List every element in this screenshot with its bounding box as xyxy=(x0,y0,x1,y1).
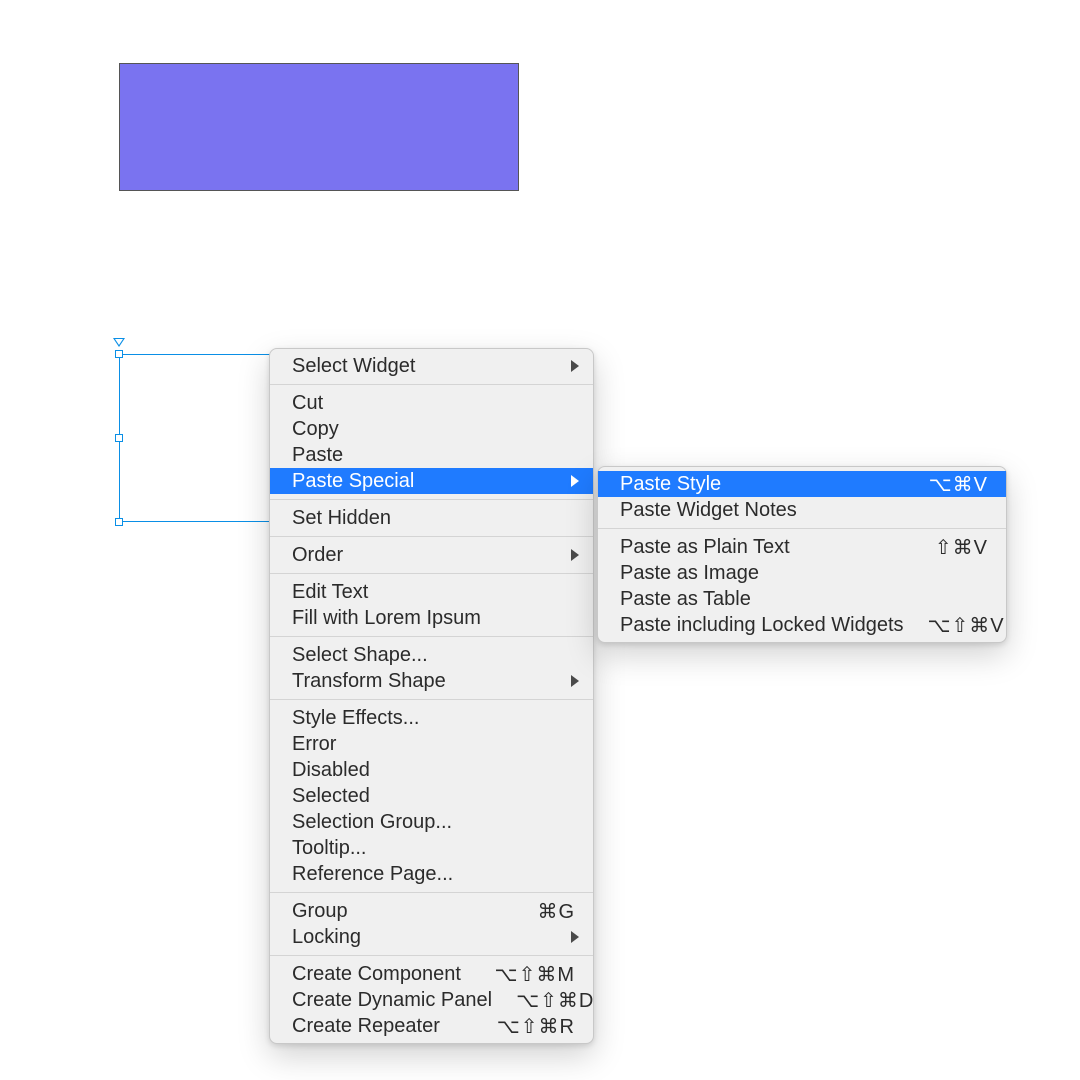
menu-label: Error xyxy=(292,733,575,756)
menu-item-selected[interactable]: Selected xyxy=(270,783,593,809)
menu-label: Create Repeater xyxy=(292,1015,473,1038)
menu-shortcut: ⌥⇧⌘D xyxy=(516,988,594,1013)
paste-special-submenu: Paste Style ⌥⌘V Paste Widget Notes Paste… xyxy=(597,466,1007,643)
resize-handle-middle-left[interactable] xyxy=(115,434,123,442)
submenu-item-paste-table[interactable]: Paste as Table xyxy=(598,586,1006,612)
menu-item-style-effects[interactable]: Style Effects... xyxy=(270,705,593,731)
menu-label: Tooltip... xyxy=(292,837,575,860)
menu-shortcut: ⌥⇧⌘V xyxy=(928,613,1005,638)
submenu-item-paste-plain-text[interactable]: Paste as Plain Text ⇧⌘V xyxy=(598,534,1006,560)
menu-separator xyxy=(270,955,593,956)
menu-separator xyxy=(270,499,593,500)
menu-label: Paste including Locked Widgets xyxy=(620,614,904,637)
menu-label: Fill with Lorem Ipsum xyxy=(292,607,575,630)
menu-label: Edit Text xyxy=(292,581,575,604)
menu-shortcut: ⌥⇧⌘R xyxy=(497,1014,575,1039)
menu-label: Locking xyxy=(292,926,575,949)
submenu-arrow-icon xyxy=(571,549,579,561)
resize-handle-bottom-left[interactable] xyxy=(115,518,123,526)
menu-label: Create Dynamic Panel xyxy=(292,989,492,1012)
resize-handle-top-left[interactable] xyxy=(115,350,123,358)
menu-label: Create Component xyxy=(292,963,471,986)
menu-label: Order xyxy=(292,544,575,567)
menu-item-paste-special[interactable]: Paste Special xyxy=(270,468,593,494)
menu-item-transform-shape[interactable]: Transform Shape xyxy=(270,668,593,694)
menu-label: Disabled xyxy=(292,759,575,782)
menu-item-disabled[interactable]: Disabled xyxy=(270,757,593,783)
menu-label: Paste Widget Notes xyxy=(620,499,988,522)
menu-item-error[interactable]: Error xyxy=(270,731,593,757)
context-menu: Select Widget Cut Copy Paste Paste Speci… xyxy=(269,348,594,1044)
menu-shortcut: ⌥⇧⌘M xyxy=(495,962,575,987)
menu-separator xyxy=(598,528,1006,529)
menu-shortcut: ⌥⌘V xyxy=(929,472,988,497)
menu-label: Paste as Plain Text xyxy=(620,536,911,559)
menu-item-copy[interactable]: Copy xyxy=(270,416,593,442)
menu-separator xyxy=(270,699,593,700)
menu-item-tooltip[interactable]: Tooltip... xyxy=(270,835,593,861)
menu-item-order[interactable]: Order xyxy=(270,542,593,568)
menu-label: Paste Special xyxy=(292,470,575,493)
submenu-item-paste-locked-widgets[interactable]: Paste including Locked Widgets ⌥⇧⌘V xyxy=(598,612,1006,638)
submenu-arrow-icon xyxy=(571,360,579,372)
menu-label: Selected xyxy=(292,785,575,808)
menu-label: Select Shape... xyxy=(292,644,575,667)
menu-label: Paste xyxy=(292,444,575,467)
menu-label: Copy xyxy=(292,418,575,441)
rotation-handle-icon[interactable] xyxy=(113,338,125,347)
canvas-rectangle-widget[interactable] xyxy=(119,63,519,191)
submenu-arrow-icon xyxy=(571,931,579,943)
menu-label: Select Widget xyxy=(292,355,575,378)
menu-item-fill-lorem[interactable]: Fill with Lorem Ipsum xyxy=(270,605,593,631)
menu-label: Paste as Table xyxy=(620,588,988,611)
submenu-item-paste-widget-notes[interactable]: Paste Widget Notes xyxy=(598,497,1006,523)
menu-item-set-hidden[interactable]: Set Hidden xyxy=(270,505,593,531)
menu-item-paste[interactable]: Paste xyxy=(270,442,593,468)
menu-item-edit-text[interactable]: Edit Text xyxy=(270,579,593,605)
menu-item-select-widget[interactable]: Select Widget xyxy=(270,353,593,379)
menu-separator xyxy=(270,536,593,537)
menu-item-create-dynamic-panel[interactable]: Create Dynamic Panel ⌥⇧⌘D xyxy=(270,987,593,1013)
submenu-item-paste-image[interactable]: Paste as Image xyxy=(598,560,1006,586)
menu-item-group[interactable]: Group ⌘G xyxy=(270,898,593,924)
menu-label: Transform Shape xyxy=(292,670,575,693)
menu-label: Paste Style xyxy=(620,473,905,496)
menu-item-create-component[interactable]: Create Component ⌥⇧⌘M xyxy=(270,961,593,987)
menu-item-reference-page[interactable]: Reference Page... xyxy=(270,861,593,887)
menu-item-select-shape[interactable]: Select Shape... xyxy=(270,642,593,668)
menu-item-create-repeater[interactable]: Create Repeater ⌥⇧⌘R xyxy=(270,1013,593,1039)
submenu-arrow-icon xyxy=(571,475,579,487)
menu-label: Group xyxy=(292,900,513,923)
submenu-arrow-icon xyxy=(571,675,579,687)
menu-shortcut: ⌘G xyxy=(537,899,575,924)
menu-item-locking[interactable]: Locking xyxy=(270,924,593,950)
menu-label: Selection Group... xyxy=(292,811,575,834)
menu-item-selection-group[interactable]: Selection Group... xyxy=(270,809,593,835)
menu-shortcut: ⇧⌘V xyxy=(935,535,988,560)
menu-label: Cut xyxy=(292,392,575,415)
menu-separator xyxy=(270,573,593,574)
submenu-item-paste-style[interactable]: Paste Style ⌥⌘V xyxy=(598,471,1006,497)
menu-label: Style Effects... xyxy=(292,707,575,730)
menu-label: Reference Page... xyxy=(292,863,575,886)
menu-separator xyxy=(270,636,593,637)
menu-label: Set Hidden xyxy=(292,507,575,530)
menu-separator xyxy=(270,384,593,385)
menu-label: Paste as Image xyxy=(620,562,988,585)
menu-item-cut[interactable]: Cut xyxy=(270,390,593,416)
menu-separator xyxy=(270,892,593,893)
